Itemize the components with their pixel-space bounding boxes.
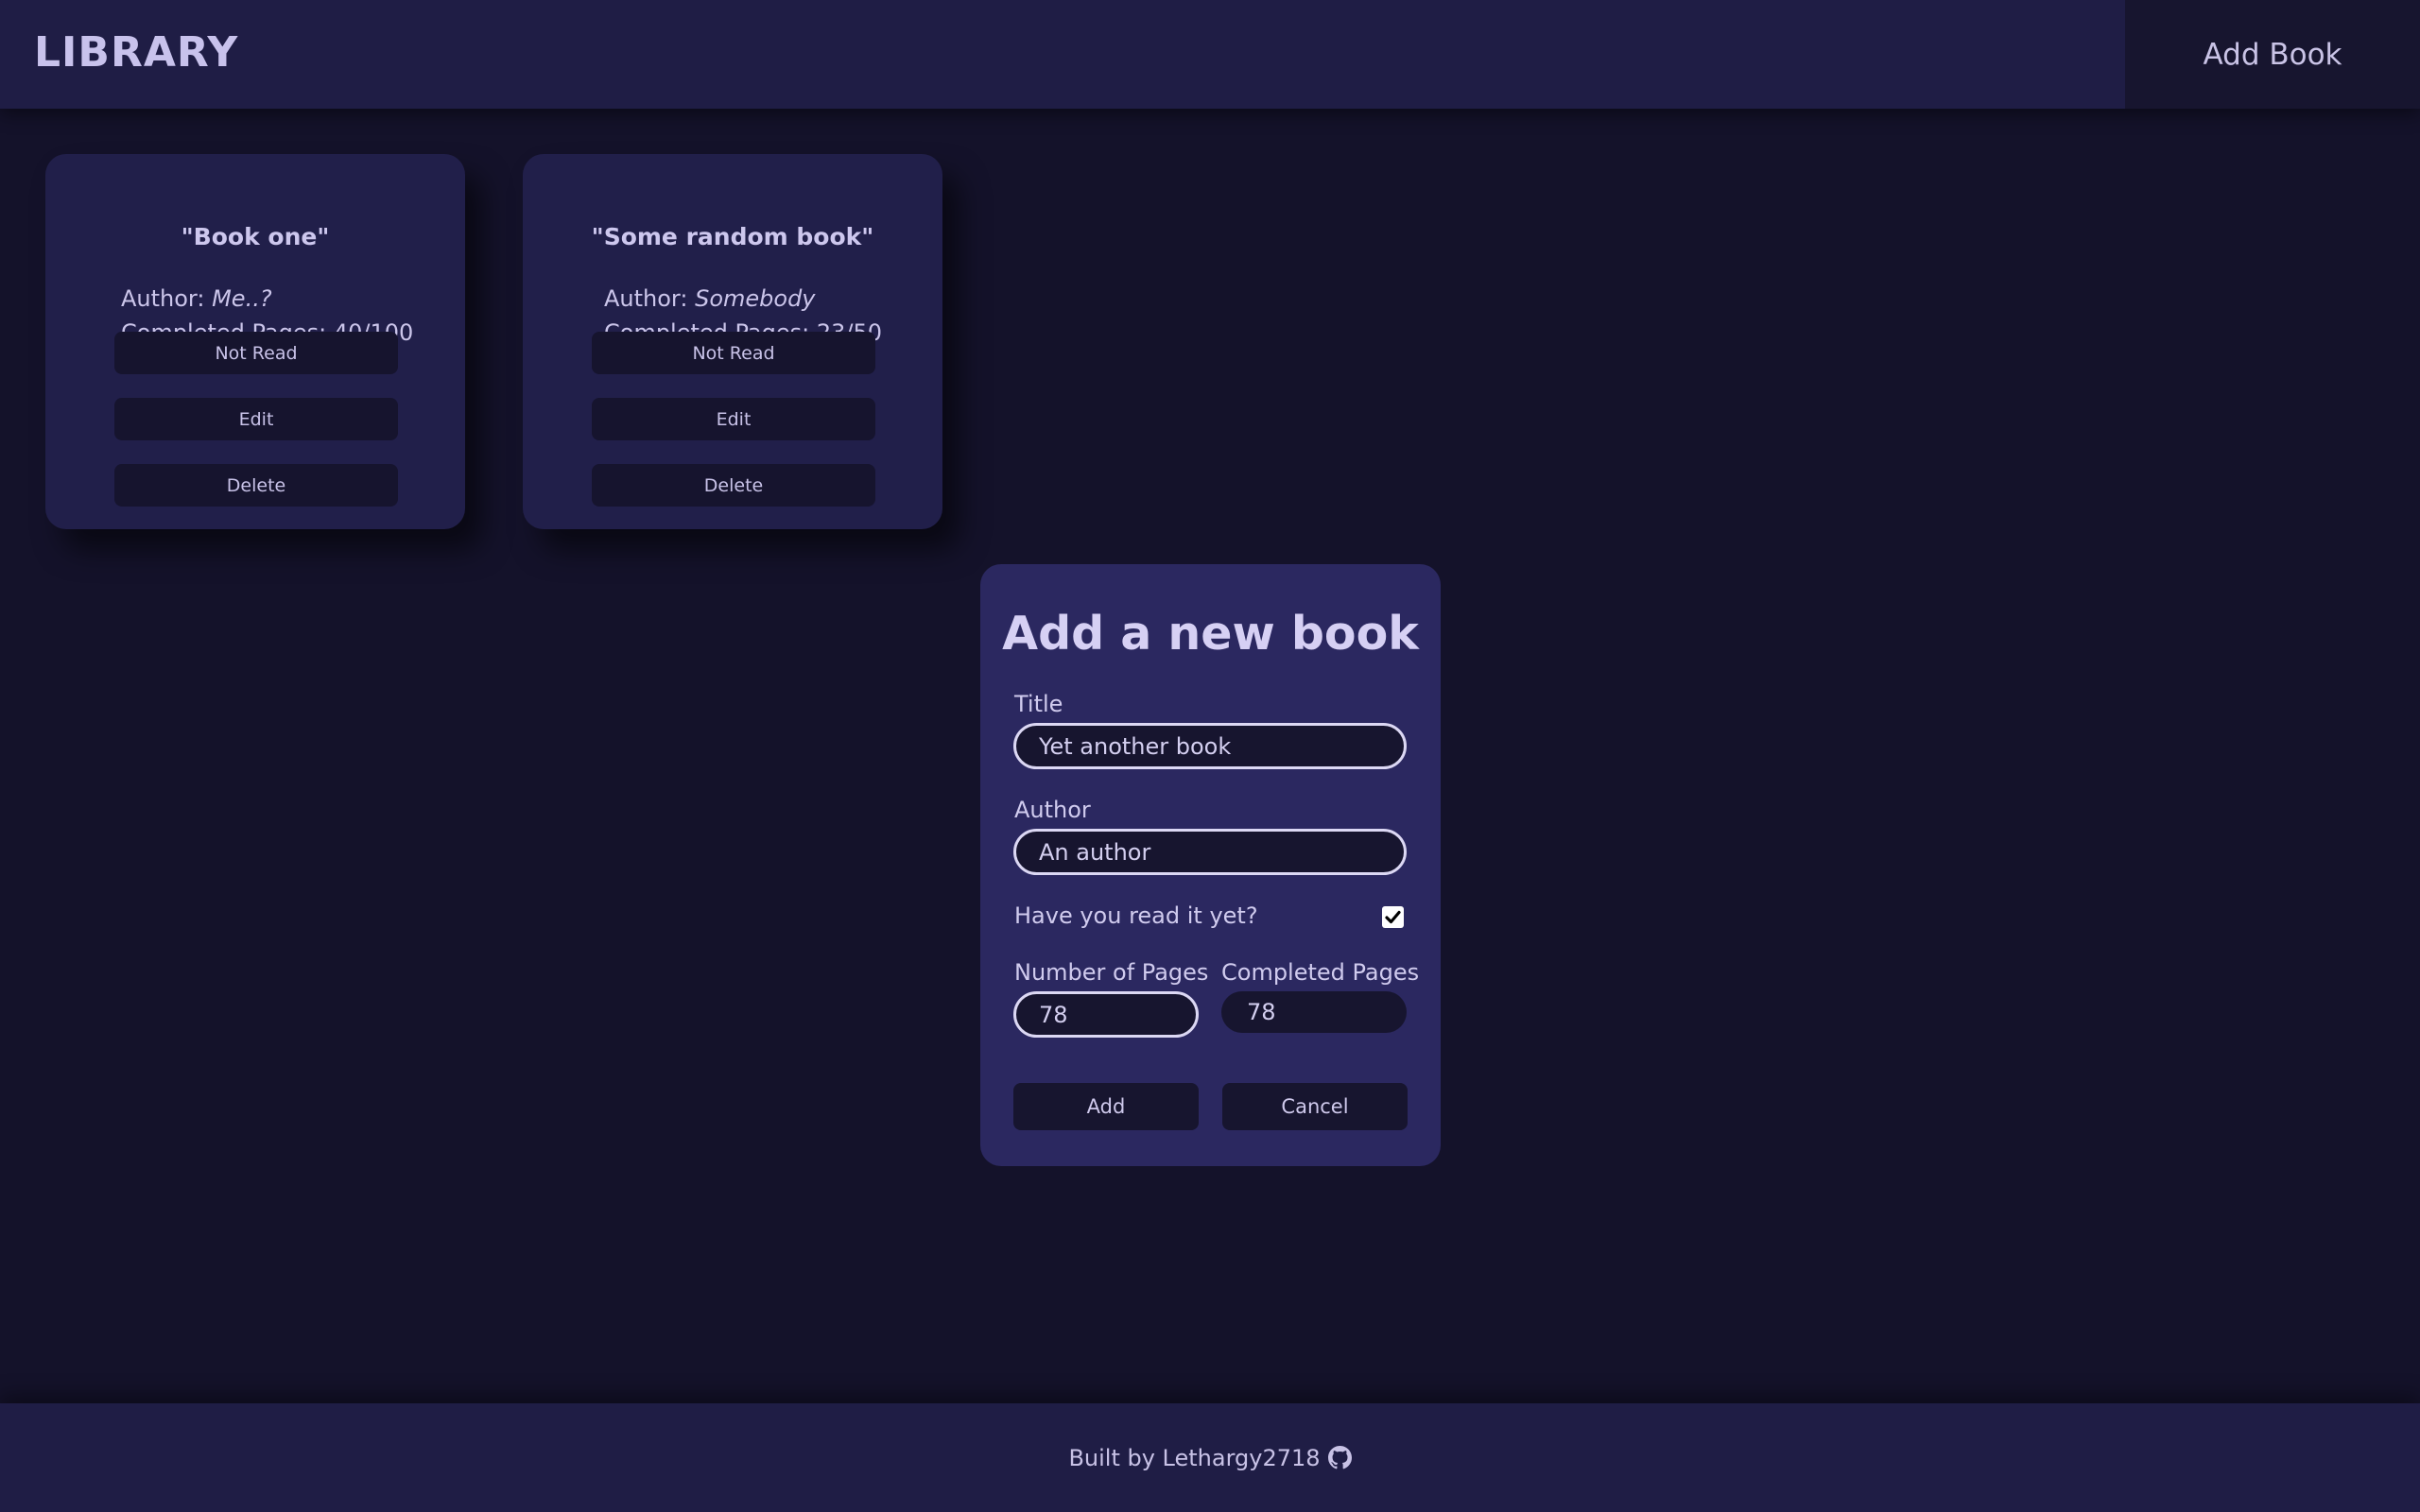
- author-value: Me..?: [212, 285, 272, 312]
- edit-button[interactable]: Edit: [592, 398, 875, 440]
- author-label: Author:: [604, 285, 696, 312]
- book-card: "Some random book" Author: Somebody Comp…: [523, 154, 942, 529]
- main-content: "Book one" Author: Me..? Completed Pages…: [0, 109, 2420, 1403]
- cancel-button[interactable]: Cancel: [1222, 1083, 1408, 1130]
- footer-text: Built by Lethargy2718: [1068, 1444, 1321, 1471]
- book-author: Author: Me..?: [121, 282, 413, 316]
- num-pages-label: Number of Pages: [1014, 959, 1209, 986]
- author-label: Author:: [121, 285, 213, 312]
- read-checkbox[interactable]: [1382, 906, 1404, 928]
- completed-pages-label: Completed Pages: [1221, 959, 1420, 986]
- book-author: Author: Somebody: [604, 282, 882, 316]
- delete-button[interactable]: Delete: [114, 464, 398, 507]
- add-book-button[interactable]: Add Book: [2125, 0, 2420, 109]
- book-title: "Book one": [181, 223, 330, 250]
- read-status-button[interactable]: Not Read: [114, 332, 398, 374]
- add-button[interactable]: Add: [1013, 1083, 1199, 1130]
- author-input[interactable]: [1013, 829, 1407, 875]
- author-label: Author: [1014, 797, 1091, 823]
- footer: Built by Lethargy2718: [0, 1403, 2420, 1512]
- checkmark-icon: [1385, 910, 1401, 924]
- add-book-dialog: Add a new book Title Author Have you rea…: [980, 564, 1441, 1166]
- read-status-button[interactable]: Not Read: [592, 332, 875, 374]
- num-pages-input[interactable]: [1013, 991, 1199, 1038]
- book-card: "Book one" Author: Me..? Completed Pages…: [45, 154, 465, 529]
- read-question-label: Have you read it yet?: [1014, 902, 1258, 929]
- author-value: Somebody: [695, 285, 816, 312]
- completed-pages-input[interactable]: [1221, 991, 1407, 1033]
- header: LIBRARY Add Book: [0, 0, 2420, 109]
- title-input[interactable]: [1013, 723, 1407, 769]
- dialog-title: Add a new book: [1002, 607, 1419, 661]
- logo: LIBRARY: [34, 28, 239, 77]
- delete-button[interactable]: Delete: [592, 464, 875, 507]
- edit-button[interactable]: Edit: [114, 398, 398, 440]
- title-label: Title: [1014, 691, 1063, 717]
- book-title: "Some random book": [591, 223, 874, 250]
- github-icon[interactable]: [1327, 1446, 1352, 1469]
